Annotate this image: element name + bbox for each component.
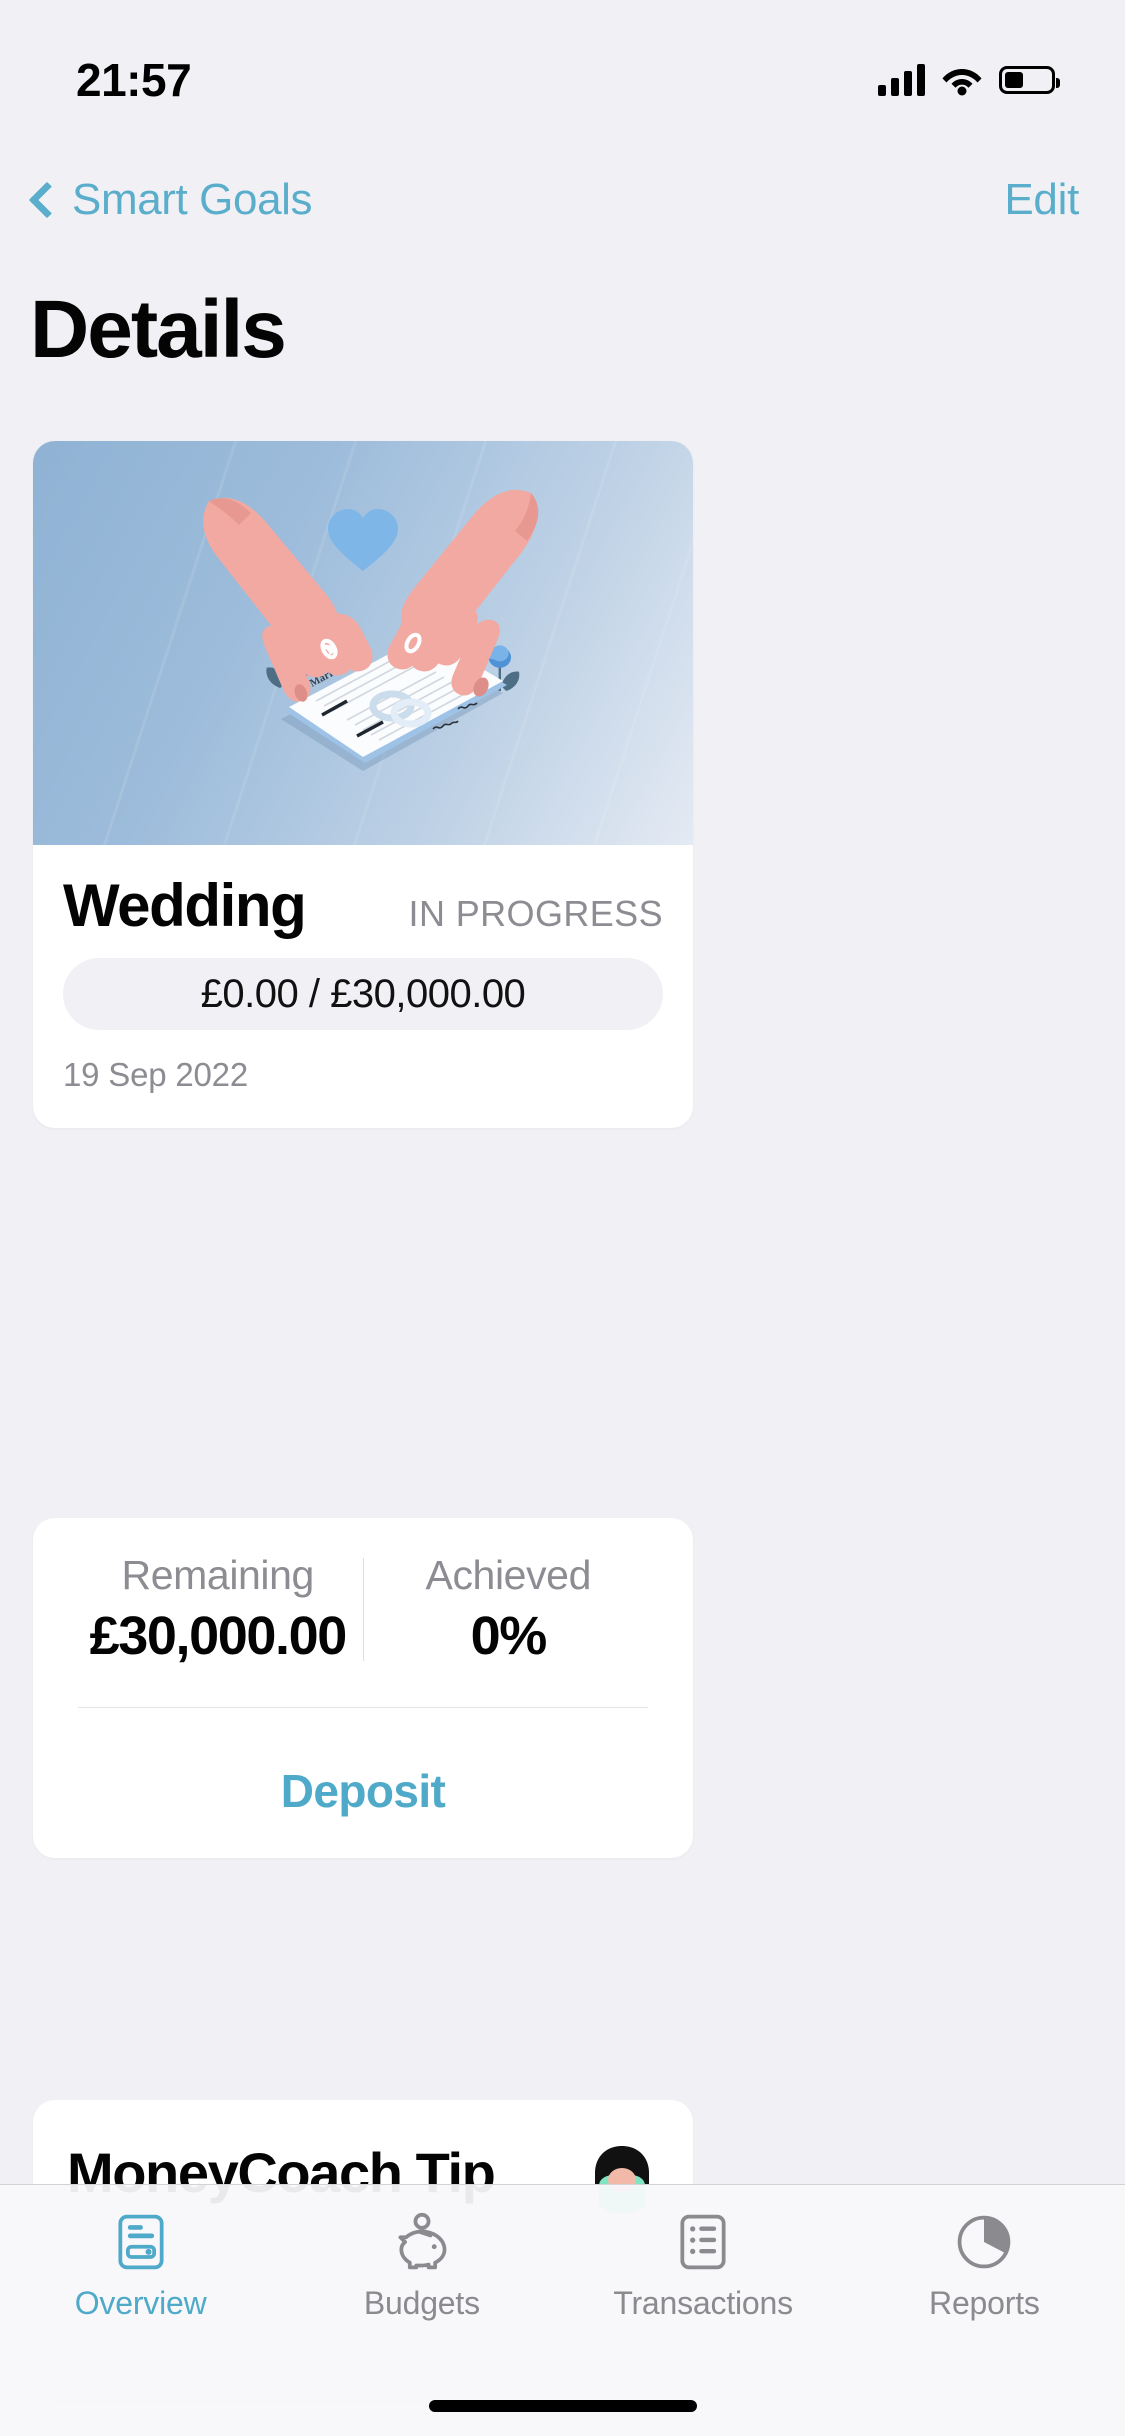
tab-transactions[interactable]: Transactions <box>563 2209 844 2322</box>
goal-progress-label: £0.00 / £30,000.00 <box>200 971 526 1016</box>
remaining-stat: Remaining £30,000.00 <box>73 1552 363 1667</box>
achieved-value: 0% <box>470 1606 548 1666</box>
list-document-icon <box>670 2209 736 2275</box>
tab-budgets-label: Budgets <box>363 2285 480 2321</box>
overview-card-icon <box>108 2209 174 2275</box>
tab-bar: Overview Budgets Transactions Reports <box>0 2184 1125 2436</box>
goal-name: Wedding <box>63 872 307 939</box>
piggy-bank-icon <box>389 2209 455 2275</box>
pie-chart-icon <box>951 2209 1017 2275</box>
remaining-value: £30,000.00 <box>89 1606 348 1666</box>
tab-reports[interactable]: Reports <box>844 2209 1125 2322</box>
tab-reports-label: Reports <box>929 2285 1040 2321</box>
remaining-label: Remaining <box>121 1552 315 1598</box>
status-badge: IN PROGRESS <box>408 893 663 934</box>
achieved-stat: Achieved 0% <box>364 1552 654 1667</box>
goal-date: 19 Sep 2022 <box>63 1056 248 1093</box>
tab-transactions-label: Transactions <box>613 2285 793 2321</box>
goal-progress-bar: £0.00 / £30,000.00 <box>63 958 663 1030</box>
home-indicator <box>428 2400 697 2412</box>
app-screen: 21:57 Smart Goals Edit Details Marriage … <box>0 0 1125 2436</box>
wedding-certificate-illustration: Marriage Ce <box>203 489 539 771</box>
stats-row: Remaining £30,000.00 Achieved 0% <box>73 1552 653 1667</box>
tab-overview[interactable]: Overview <box>0 2209 281 2322</box>
stats-card: Remaining £30,000.00 Achieved 0% Deposit <box>33 1518 693 1858</box>
achieved-label: Achieved <box>425 1552 592 1598</box>
goal-card[interactable]: Marriage Ce <box>33 441 693 1128</box>
tab-overview-label: Overview <box>74 2285 207 2321</box>
goal-title-row: Wedding IN PROGRESS <box>63 871 663 940</box>
goal-hero-image: Marriage Ce <box>33 441 693 845</box>
stats-separator <box>78 1707 648 1708</box>
scroll-content[interactable]: Marriage Ce <box>0 0 1125 2436</box>
goal-details: Wedding IN PROGRESS £0.00 / £30,000.00 1… <box>33 845 693 1128</box>
deposit-button[interactable]: Deposit <box>73 1764 653 1818</box>
tab-budgets[interactable]: Budgets <box>281 2209 562 2322</box>
